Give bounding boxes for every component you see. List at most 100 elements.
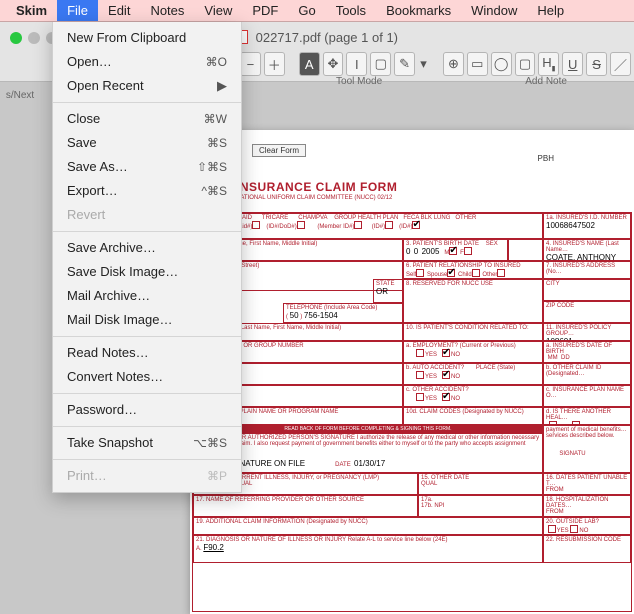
tool-move[interactable]: ✥ <box>323 52 344 76</box>
menu-mail-archive[interactable]: Mail Archive… <box>53 284 241 308</box>
form-subtitle: NATIONAL UNIFORM CLAIM COMMITTEE (NUCC) … <box>236 195 392 201</box>
highlight-icon: H▮ <box>542 55 555 73</box>
box18: 18. HOSPITALIZATION DATES…FROM <box>543 495 631 517</box>
note-icon: ▭ <box>471 56 483 72</box>
note-underline[interactable]: U <box>562 52 583 76</box>
line-icon: ／ <box>614 55 627 74</box>
menu-view[interactable]: View <box>194 0 242 21</box>
box19: 19. ADDITIONAL CLAIM INFORMATION (Design… <box>193 517 543 535</box>
window-title: 022717.pdf (page 1 of 1) <box>256 30 398 45</box>
menu-revert: Revert <box>53 203 241 227</box>
menu-close[interactable]: Close⌘W <box>53 107 241 131</box>
menu-sep <box>53 102 241 103</box>
state: STATEOR <box>373 279 403 303</box>
chevron-right-icon: ▶ <box>217 77 227 95</box>
note-anchor[interactable]: ⊕ <box>443 52 464 76</box>
box11c: c. INSURANCE PLAN NAME O… <box>543 385 631 407</box>
clear-form-button[interactable]: Clear Form <box>252 144 306 157</box>
menu-open[interactable]: Open…⌘O <box>53 50 241 74</box>
note-highlight[interactable]: H▮ <box>538 52 559 76</box>
zip: ZIP CODE <box>543 301 631 323</box>
box15: 15. OTHER DATEQUAL <box>418 473 543 495</box>
box16: 16. DATES PATIENT UNABLE T…FROM <box>543 473 631 495</box>
menu-window[interactable]: Window <box>461 0 527 21</box>
insured-id-value: 10068647502 <box>546 221 595 230</box>
box3-birthdate: 3. PATIENT'S BIRTH DATE SEX 0 0 2005 M F <box>403 239 508 261</box>
menu-notes[interactable]: Notes <box>140 0 194 21</box>
box-icon: ▢ <box>519 56 531 72</box>
pdf-document[interactable]: Clear Form PBH INSURANCE CLAIM FORM NATI… <box>190 130 634 614</box>
menu-save-as[interactable]: Save As…⇧⌘S <box>53 155 241 179</box>
box10d: 10d. CLAIM CODES (Designated by NUCC) <box>403 407 543 425</box>
toolmode-label: Tool Mode <box>280 76 438 87</box>
menu-save-disk-image[interactable]: Save Disk Image… <box>53 260 241 284</box>
tool-select[interactable]: I <box>346 52 367 76</box>
file-menu-dropdown: New From Clipboard Open…⌘O Open Recent▶ … <box>52 22 242 493</box>
box11a: a. INSURED'S DATE OF BIRTH MM DD 0 08 20… <box>543 341 631 363</box>
menu-convert-notes[interactable]: Convert Notes… <box>53 365 241 389</box>
form-title: INSURANCE CLAIM FORM <box>236 180 397 194</box>
text-tool-icon: A <box>305 57 314 72</box>
menu-password[interactable]: Password… <box>53 398 241 422</box>
zoom-out-button[interactable]: − <box>240 52 261 76</box>
box17ab: 17a.17b. NPI <box>418 495 543 517</box>
menu-save-archive[interactable]: Save Archive… <box>53 236 241 260</box>
box3-sex-extra <box>508 239 543 261</box>
menu-tools[interactable]: Tools <box>326 0 376 21</box>
menu-pdf[interactable]: PDF <box>242 0 288 21</box>
telephone: TELEPHONE (Include Area Code) ( 50 ) 756… <box>283 303 403 323</box>
note-text[interactable]: ▭ <box>467 52 488 76</box>
select-icon: I <box>355 57 359 72</box>
box10b: b. AUTO ACCIDENT? PLACE (State) YES NO <box>403 363 543 385</box>
box12-sig: 12. PATIENT'S OR AUTHORIZED PERSON'S SIG… <box>193 433 543 473</box>
nav-prev-next[interactable]: s/Next <box>0 90 40 101</box>
tool-area[interactable]: ▢ <box>370 52 391 76</box>
menubar-app: Skim <box>6 0 57 21</box>
zoom-in-button[interactable]: ＋ <box>264 52 285 76</box>
box10: 10. IS PATIENT'S CONDITION RELATED TO: <box>403 323 543 341</box>
box17: 17. NAME OF REFERRING PROVIDER OR OTHER … <box>193 495 418 517</box>
box22: 22. RESUBMISSION CODE <box>543 535 631 563</box>
marquee-icon: ▢ <box>375 56 387 72</box>
note-strike[interactable]: S <box>586 52 607 76</box>
menu-sep <box>53 426 241 427</box>
menu-take-snapshot[interactable]: Take Snapshot⌥⌘S <box>53 431 241 455</box>
box1-payer: MEDICAID TRICARE CHAMPVA GROUP HEALTH PL… <box>193 213 543 239</box>
tool-dropdown[interactable]: ▾ <box>418 52 429 76</box>
note-box[interactable]: ▢ <box>515 52 536 76</box>
menu-save[interactable]: Save⌘S <box>53 131 241 155</box>
addnote-label: Add Note <box>458 76 634 87</box>
box6-relationship: 6. PATIENT RELATIONSHIP TO INSURED Self … <box>403 261 543 279</box>
strike-icon: S <box>592 57 601 72</box>
menu-sep <box>53 336 241 337</box>
menu-file[interactable]: File <box>57 0 98 21</box>
carrier-label: PBH <box>538 154 554 163</box>
tool-text[interactable]: A <box>299 52 320 76</box>
menu-edit[interactable]: Edit <box>98 0 140 21</box>
box13-sig: payment of medical benefits… services de… <box>543 425 631 473</box>
menu-open-recent[interactable]: Open Recent▶ <box>53 74 241 98</box>
note-line[interactable]: ／ <box>610 52 631 76</box>
box11d: d. IS THERE ANOTHER HEAL… YES NO <box>543 407 631 425</box>
menu-bookmarks[interactable]: Bookmarks <box>376 0 461 21</box>
box8-reserved: 8. RESERVED FOR NUCC USE <box>403 279 543 323</box>
box7-insured-addr: 7. INSURED'S ADDRESS (No… <box>543 261 631 279</box>
box11b: b. OTHER CLAIM ID (Designated… <box>543 363 631 385</box>
menu-new-clipboard[interactable]: New From Clipboard <box>53 26 241 50</box>
menubar: Skim File Edit Notes View PDF Go Tools B… <box>0 0 634 22</box>
note-circle[interactable]: ◯ <box>491 52 512 76</box>
underline-icon: U <box>568 57 577 72</box>
menu-go[interactable]: Go <box>288 0 325 21</box>
box10a: a. EMPLOYMENT? (Current or Previous) YES… <box>403 341 543 363</box>
menu-help[interactable]: Help <box>527 0 574 21</box>
box21: 21. DIAGNOSIS OR NATURE OF ILLNESS OR IN… <box>193 535 543 563</box>
menu-read-notes[interactable]: Read Notes… <box>53 341 241 365</box>
box20: 20. OUTSIDE LAB? YES NO <box>543 517 631 535</box>
menu-print: Print…⌘P <box>53 464 241 488</box>
menu-export[interactable]: Export…^⌘S <box>53 179 241 203</box>
tool-pen[interactable]: ✎ <box>394 52 415 76</box>
claim-form-grid: MEDICAID TRICARE CHAMPVA GROUP HEALTH PL… <box>192 212 632 612</box>
pencil-icon: ✎ <box>399 56 410 72</box>
menu-mail-disk-image[interactable]: Mail Disk Image… <box>53 308 241 332</box>
menu-sep <box>53 459 241 460</box>
